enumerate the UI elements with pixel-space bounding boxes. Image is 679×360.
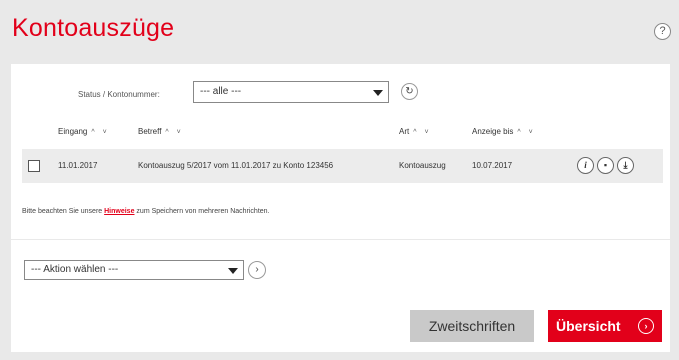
table-row: 11.01.2017 Kontoauszug 5/2017 vom 11.01.… — [22, 149, 663, 183]
hint-text: Bitte beachten Sie unsere Hinweise zum S… — [22, 208, 270, 215]
page-title: Kontoauszüge — [12, 14, 175, 42]
column-header-anzeige-bis[interactable]: Anzeige bis ^ ˅ — [472, 127, 536, 136]
column-header-art[interactable]: Art ^ ˅ — [399, 127, 432, 136]
uebersicht-button-label: Übersicht — [556, 318, 621, 334]
column-header-eingang[interactable]: Eingang ^ ˅ — [58, 127, 110, 136]
cell-art: Kontoauszug — [399, 161, 446, 170]
delete-icon[interactable]: ▪ — [597, 157, 614, 174]
help-icon[interactable]: ? — [654, 23, 671, 40]
cell-betreff: Kontoauszug 5/2017 vom 11.01.2017 zu Kon… — [138, 161, 334, 170]
chevron-down-icon — [228, 268, 238, 274]
info-icon[interactable]: i — [577, 157, 594, 174]
column-header-betreff[interactable]: Betreff ^ ˅ — [138, 127, 184, 136]
hint-link[interactable]: Hinweise — [104, 208, 134, 215]
status-account-select[interactable]: --- alle --- — [193, 81, 389, 103]
cell-anzeige-bis: 10.07.2017 — [472, 161, 513, 170]
uebersicht-button[interactable]: Übersicht › — [548, 310, 662, 342]
sort-icon[interactable]: ^ ˅ — [517, 129, 535, 136]
action-select-value: --- Aktion wählen --- — [31, 264, 119, 275]
row-checkbox[interactable] — [28, 160, 40, 172]
sort-icon[interactable]: ^ ˅ — [91, 129, 109, 136]
download-icon[interactable]: ⤓ — [617, 157, 634, 174]
cell-eingang: 11.01.2017 — [58, 161, 98, 170]
chevron-right-icon[interactable]: › — [248, 261, 266, 279]
chevron-down-icon — [373, 90, 383, 96]
sort-icon[interactable]: ^ ˅ — [165, 129, 183, 136]
chevron-right-icon: › — [638, 318, 654, 334]
sort-icon[interactable]: ^ ˅ — [413, 129, 431, 136]
action-select[interactable]: --- Aktion wählen --- — [24, 260, 244, 280]
zweitschriften-button[interactable]: Zweitschriften — [410, 310, 534, 342]
refresh-icon[interactable]: ↻ — [401, 83, 418, 100]
page-frame: Kontoauszüge ? Status / Kontonummer: ---… — [0, 0, 679, 360]
status-account-select-value: --- alle --- — [200, 86, 242, 97]
filter-label: Status / Kontonummer: — [78, 90, 160, 99]
